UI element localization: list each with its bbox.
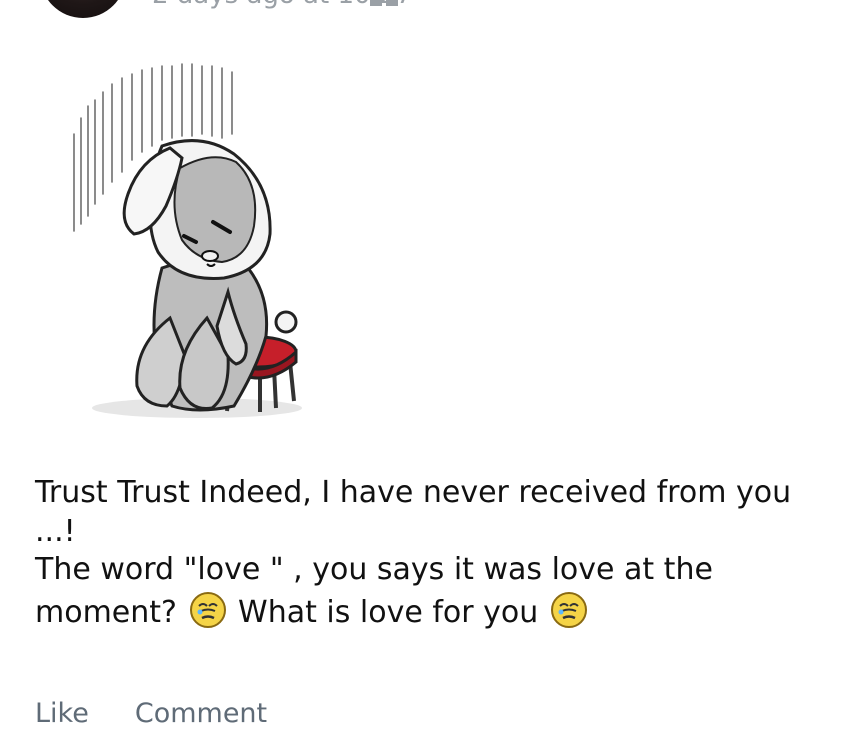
post-text: Trust Trust Indeed, I have never receive… (35, 474, 815, 632)
author-avatar[interactable] (40, 0, 126, 18)
post-text-line-3: The word "love " , you says it was love … (35, 552, 713, 587)
like-button[interactable]: Like (35, 698, 89, 729)
post-actions: Like Comment (35, 698, 267, 729)
post-text-line-4: moment? What is love for you (35, 590, 815, 633)
post-text-fragment: moment? (35, 594, 187, 630)
sad-bunny-sticker (73, 63, 302, 418)
post-text-line-1: Trust Trust Indeed, I have never receive… (35, 475, 792, 510)
audience-icon[interactable] (370, 0, 400, 6)
comment-button[interactable]: Comment (135, 698, 267, 729)
worried-face-emoji (189, 591, 226, 628)
post-text-fragment: What is love for you (238, 594, 539, 630)
worried-face-emoji (550, 591, 587, 628)
post-text-line-2: ...! (35, 513, 76, 549)
